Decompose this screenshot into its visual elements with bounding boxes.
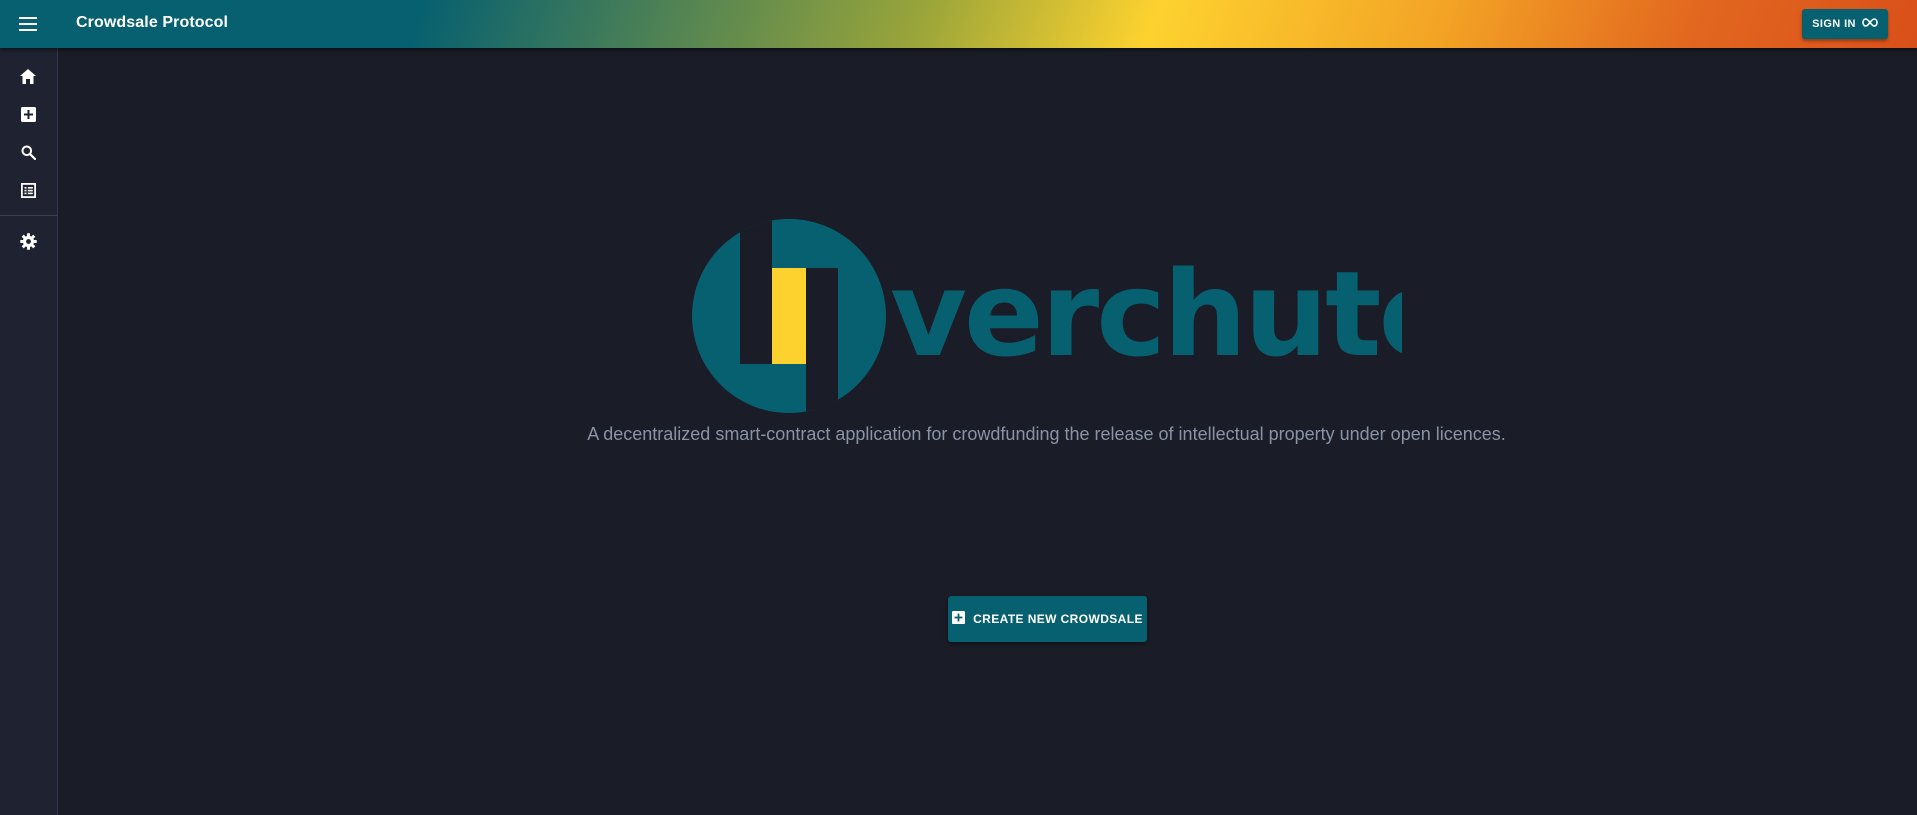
logo-text: verchute: [890, 245, 1402, 383]
home-icon[interactable]: [16, 64, 40, 88]
app-title: Crowdsale Protocol: [76, 14, 229, 31]
add-box-icon[interactable]: [16, 102, 40, 126]
create-crowdsale-label: CREATE NEW CROWDSALE: [973, 612, 1143, 626]
main-content: verchute A decentralized smart-contract …: [58, 48, 1917, 815]
sign-in-button[interactable]: SIGN IN: [1802, 9, 1888, 39]
tagline: A decentralized smart-contract applicati…: [587, 424, 1506, 444]
infinity-icon: [1862, 18, 1878, 30]
sidebar-divider: [0, 215, 57, 216]
sign-in-label: SIGN IN: [1812, 18, 1856, 30]
settings-icon[interactable]: [16, 229, 40, 253]
search-icon[interactable]: [16, 140, 40, 164]
add-box-icon: [952, 611, 966, 627]
app-bar: Crowdsale Protocol SIGN IN: [0, 0, 1917, 48]
list-icon[interactable]: [16, 178, 40, 202]
overchute-logo: verchute: [692, 219, 1459, 413]
menu-icon[interactable]: [16, 12, 40, 36]
sidebar: [0, 48, 58, 815]
create-crowdsale-button[interactable]: CREATE NEW CROWDSALE: [948, 596, 1147, 642]
